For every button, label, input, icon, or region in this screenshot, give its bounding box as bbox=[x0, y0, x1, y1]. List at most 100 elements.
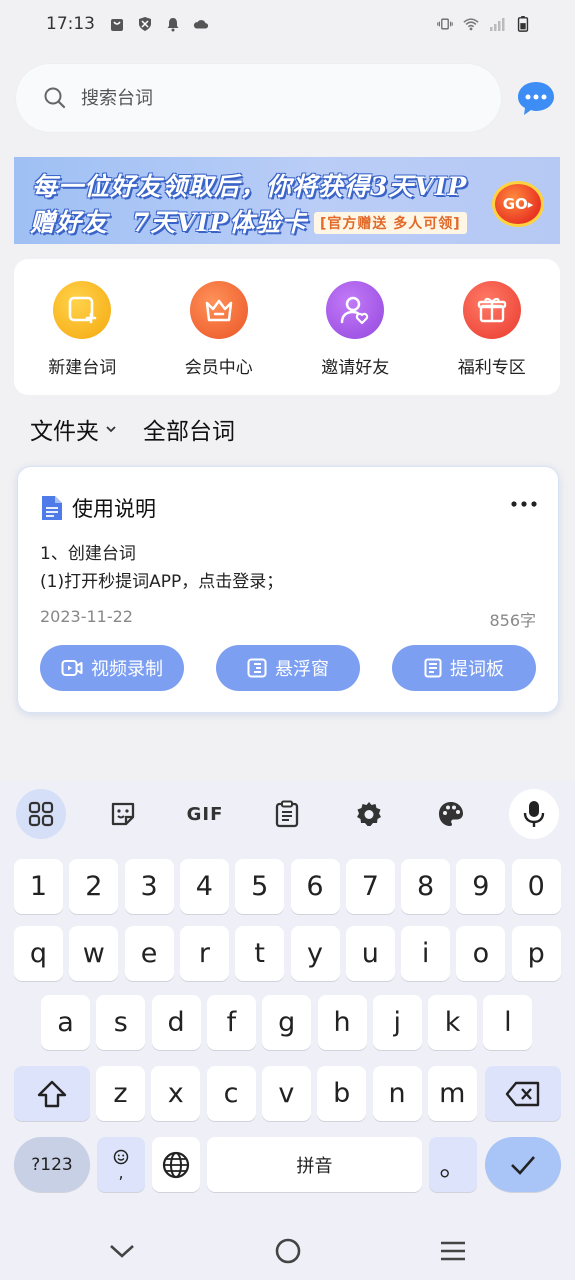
sticker-icon[interactable] bbox=[98, 789, 148, 839]
more-icon[interactable] bbox=[510, 499, 538, 509]
folder-dropdown[interactable]: 文件夹 bbox=[30, 412, 117, 446]
menu-icon[interactable] bbox=[433, 1231, 473, 1271]
banner-headline: 每一位好友领取后，你将获得3天VIP bbox=[32, 172, 468, 201]
benefits-label: 福利专区 bbox=[457, 358, 526, 378]
enter-key[interactable] bbox=[485, 1137, 561, 1192]
key-2[interactable]: 2 bbox=[69, 859, 119, 914]
palette-icon[interactable] bbox=[426, 789, 476, 839]
key-j[interactable]: j bbox=[372, 995, 422, 1050]
script-title: 使用说明 bbox=[72, 497, 156, 521]
floating-window-label: 悬浮窗 bbox=[275, 659, 329, 680]
battery-icon bbox=[517, 16, 529, 32]
message-icon[interactable] bbox=[515, 78, 557, 120]
key-k[interactable]: k bbox=[428, 995, 478, 1050]
banner-go-button[interactable]: GO ▸ bbox=[492, 181, 544, 227]
cloud-icon bbox=[193, 20, 209, 29]
apps-icon[interactable] bbox=[16, 789, 66, 839]
floating-window-button[interactable]: 悬浮窗 bbox=[216, 645, 360, 691]
key-p[interactable]: p bbox=[511, 926, 561, 981]
banner-tag: [官方赠送 多人可领] bbox=[314, 212, 467, 234]
banner-gift-text: 赠好友 bbox=[30, 208, 109, 237]
key-h[interactable]: h bbox=[317, 995, 367, 1050]
emoji-comma-key[interactable]: , bbox=[97, 1137, 145, 1192]
key-c[interactable]: c bbox=[206, 1066, 256, 1121]
status-bar: 17:13 bbox=[0, 0, 575, 48]
script-preview-line-1: 1、创建台词 bbox=[40, 544, 136, 564]
invite-friends-button[interactable]: 邀请好友 bbox=[300, 281, 410, 378]
search-icon bbox=[44, 87, 66, 109]
key-b[interactable]: b bbox=[317, 1066, 367, 1121]
new-script-label: 新建台词 bbox=[48, 358, 117, 378]
key-u[interactable]: u bbox=[345, 926, 395, 981]
key-9[interactable]: 9 bbox=[456, 859, 506, 914]
shield-icon bbox=[139, 17, 151, 31]
invite-user-icon bbox=[326, 281, 385, 339]
search-bar[interactable] bbox=[15, 63, 502, 133]
promo-banner[interactable]: 每一位好友领取后，你将获得3天VIP 赠好友 7天VIP体验卡 [官方赠送 多人可… bbox=[14, 157, 560, 244]
new-script-button[interactable]: 新建台词 bbox=[27, 281, 137, 378]
key-i[interactable]: i bbox=[401, 926, 451, 981]
backspace-key[interactable] bbox=[485, 1066, 561, 1121]
key-1[interactable]: 1 bbox=[14, 859, 63, 914]
video-camera-icon bbox=[61, 660, 83, 676]
shift-icon bbox=[37, 1080, 67, 1107]
key-0[interactable]: 0 bbox=[511, 859, 561, 914]
shift-key[interactable] bbox=[14, 1066, 90, 1121]
key-3[interactable]: 3 bbox=[124, 859, 174, 914]
script-card[interactable]: 使用说明 1、创建台词 (1)打开秒提词APP，点击登录； 2023-11-22… bbox=[17, 466, 559, 713]
gif-label: GIF bbox=[186, 803, 224, 825]
vip-center-button[interactable]: 会员中心 bbox=[164, 281, 274, 378]
banner-subline: 赠好友 7天VIP体验卡 bbox=[30, 203, 307, 239]
new-script-icon bbox=[53, 281, 112, 339]
key-g[interactable]: g bbox=[262, 995, 312, 1050]
backspace-icon bbox=[505, 1081, 540, 1106]
language-key[interactable] bbox=[152, 1137, 200, 1192]
key-7[interactable]: 7 bbox=[345, 859, 395, 914]
video-record-button[interactable]: 视频录制 bbox=[40, 645, 184, 691]
settings-icon[interactable] bbox=[344, 789, 394, 839]
key-n[interactable]: n bbox=[372, 1066, 422, 1121]
search-input[interactable] bbox=[81, 87, 441, 109]
home-circle-icon[interactable] bbox=[268, 1231, 308, 1271]
video-record-label: 视频录制 bbox=[91, 659, 163, 680]
teleprompter-button[interactable]: 提词板 bbox=[392, 645, 536, 691]
vibrate-icon bbox=[437, 18, 453, 30]
key-w[interactable]: w bbox=[69, 926, 119, 981]
mic-icon[interactable] bbox=[509, 789, 559, 839]
key-s[interactable]: s bbox=[96, 995, 146, 1050]
key-e[interactable]: e bbox=[124, 926, 174, 981]
space-key[interactable]: 拼音 bbox=[207, 1137, 422, 1192]
filter-row: 文件夹 全部台词 bbox=[30, 412, 235, 446]
key-y[interactable]: y bbox=[290, 926, 340, 981]
script-word-count: 856字 bbox=[489, 611, 536, 630]
symbols-key[interactable]: ?123 bbox=[14, 1137, 90, 1192]
go-label: GO bbox=[502, 195, 528, 213]
status-time: 17:13 bbox=[46, 14, 95, 34]
key-f[interactable]: f bbox=[206, 995, 256, 1050]
key-v[interactable]: v bbox=[261, 1066, 311, 1121]
clipboard-icon[interactable] bbox=[262, 789, 312, 839]
key-5[interactable]: 5 bbox=[235, 859, 285, 914]
benefits-button[interactable]: 福利专区 bbox=[437, 281, 547, 378]
period-key[interactable]: 。 bbox=[429, 1137, 477, 1192]
gif-button[interactable]: GIF bbox=[180, 789, 230, 839]
key-a[interactable]: a bbox=[41, 995, 90, 1050]
key-q[interactable]: q bbox=[14, 926, 63, 981]
key-d[interactable]: d bbox=[151, 995, 201, 1050]
key-4[interactable]: 4 bbox=[179, 859, 229, 914]
key-8[interactable]: 8 bbox=[401, 859, 451, 914]
key-z[interactable]: z bbox=[96, 1066, 145, 1121]
key-m[interactable]: m bbox=[427, 1066, 477, 1121]
back-chevron-icon[interactable] bbox=[102, 1231, 142, 1271]
keyboard-toolbar: GIF bbox=[0, 781, 575, 845]
shopping-bag-icon bbox=[111, 19, 123, 31]
key-l[interactable]: l bbox=[483, 995, 533, 1050]
comma-label: , bbox=[118, 1162, 124, 1182]
key-r[interactable]: r bbox=[179, 926, 229, 981]
key-x[interactable]: x bbox=[151, 1066, 201, 1121]
key-o[interactable]: o bbox=[456, 926, 506, 981]
key-t[interactable]: t bbox=[235, 926, 285, 981]
teleprompter-label: 提词板 bbox=[450, 659, 504, 680]
all-scripts-tab[interactable]: 全部台词 bbox=[143, 412, 235, 446]
key-6[interactable]: 6 bbox=[290, 859, 340, 914]
